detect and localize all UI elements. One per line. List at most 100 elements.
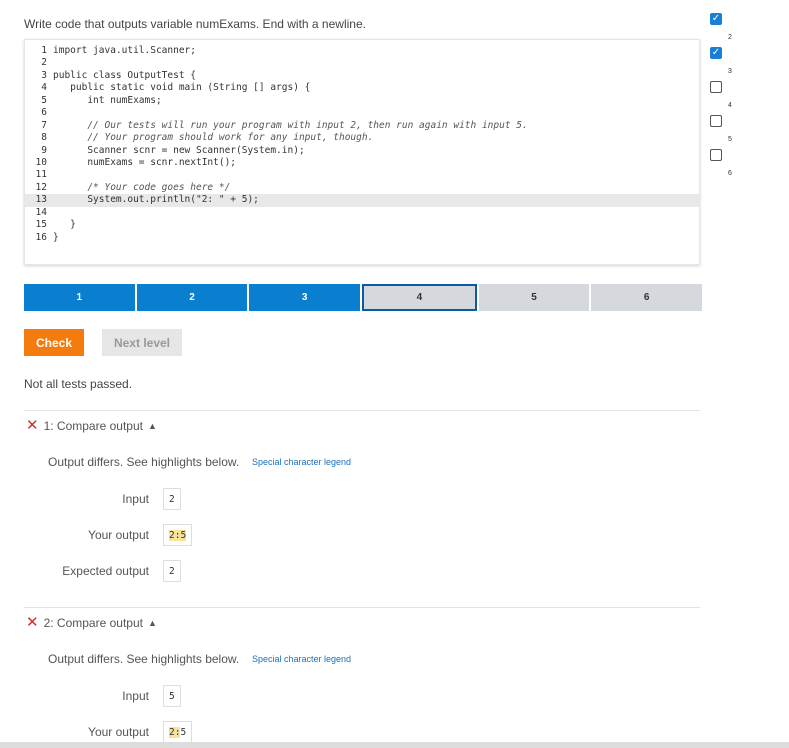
fail-x-icon: ✕ [26,417,39,434]
code-line[interactable]: 14 [25,207,699,219]
code-line[interactable]: 16} [25,232,699,244]
test-1-legend-link[interactable]: Special character legend [252,457,351,467]
fail-x-icon: ✕ [26,614,39,631]
code-line[interactable]: 13 System.out.println("2: " + 5); [25,194,699,207]
code-editor[interactable]: 1 import java.util.Scanner; 2 3 public class… [24,39,700,265]
horizontal-scrollbar[interactable] [0,742,789,748]
line-number: 7 [41,119,47,131]
level-unchecked-box[interactable] [710,149,722,161]
level-unchecked-box[interactable] [710,115,722,127]
line-number: 3 [41,69,47,81]
code-text: Scanner scnr = new Scanner(System.in); [53,144,305,156]
level-number: 5 [728,136,732,143]
test-2-header[interactable]: ✕ 2: Compare output ▲ [26,614,157,631]
test-1-input-label: Input [122,492,149,506]
code-text: import java.util.Scanner; [53,45,196,56]
level-segment-3[interactable]: 3 [249,284,361,311]
checkmark-icon: ✓ [711,47,721,58]
checkmark-icon: ✓ [711,13,721,24]
level-segment-5[interactable]: 5 [478,284,590,311]
line-number: 11 [35,169,47,181]
level-unchecked-box[interactable] [710,81,722,93]
test-2-input-value: 5 [169,690,175,702]
line-number: 6 [41,107,47,119]
line-number: 12 [35,181,47,193]
divider [24,607,700,608]
test-1-input-value: 2 [169,493,175,505]
code-text: // Our tests will run your program with … [53,119,528,131]
divider [24,410,700,411]
code-line[interactable]: 10 numExams = scnr.nextInt(); [25,157,699,169]
code-line[interactable]: 5 int numExams; [25,95,699,107]
check-button[interactable]: Check [24,329,84,356]
level-segment-1[interactable]: 1 [24,284,135,311]
level-number: 3 [728,68,732,75]
test-1-expected-value: 2 [169,565,175,577]
code-text: } [53,231,59,243]
level-number: 6 [728,170,732,177]
line-number: 1 [41,45,47,56]
line-number: 4 [41,82,47,94]
test-2-your-output-rest: 5 [180,726,187,738]
level-segment-2[interactable]: 2 [136,284,248,311]
test-1-input-box: 2 [163,488,181,510]
code-text: /* Your code goes here */ [53,181,231,193]
code-text: System.out.println("2: " + 5); [53,194,259,206]
test-2-input-box: 5 [163,685,181,707]
chevron-up-icon: ▲ [147,618,157,628]
code-line[interactable]: 8 // Your program should work for any in… [25,132,699,144]
test-1-differs: Output differs. See highlights below. [48,455,240,469]
diff-highlight-rest: 5 [180,529,187,541]
level-number: 4 [728,102,732,109]
level-checked-icon[interactable]: ✓ [710,47,722,59]
code-text: int numExams; [53,94,162,106]
code-line[interactable]: 9 Scanner scnr = new Scanner(System.in); [25,145,699,157]
test-1-expected-label: Expected output [62,564,149,578]
test-2-title: 2: Compare output [43,616,143,630]
level-number: 2 [728,34,732,41]
chevron-up-icon: ▲ [147,421,157,431]
instructions: Write code that outputs variable numExam… [24,17,366,31]
line-number: 16 [35,231,47,243]
level-checked-icon[interactable]: ✓ [710,13,722,25]
line-number: 14 [35,206,47,218]
line-number: 15 [35,219,47,231]
level-segment-4[interactable]: 4 [362,284,477,311]
test-1-header[interactable]: ✕ 1: Compare output ▲ [26,417,157,434]
diff-highlight: 2: [169,726,181,738]
code-line[interactable]: 7 // Our tests will run your program wit… [25,120,699,132]
code-text: numExams = scnr.nextInt(); [53,156,237,168]
code-line[interactable]: 15 } [25,219,699,231]
test-2-legend-link[interactable]: Special character legend [252,654,351,664]
level-segment-6[interactable]: 6 [591,284,703,311]
line-number: 10 [35,156,47,168]
code-text: } [53,219,76,231]
level-progress-bar: 123456 [24,284,703,311]
diff-highlight: 2: [169,529,181,541]
test-status: Not all tests passed. [24,377,133,391]
line-number: 5 [41,94,47,106]
code-line[interactable]: 12 /* Your code goes here */ [25,182,699,194]
test-2-differs: Output differs. See highlights below. [48,652,240,666]
test-1-your-output-label: Your output [88,528,149,542]
code-line[interactable]: 3 public class OutputTest { [25,70,699,82]
code-line[interactable]: 1 import java.util.Scanner; [25,45,699,57]
code-text: // Your program should work for any inpu… [53,132,374,144]
next-level-button[interactable]: Next level [102,329,182,356]
test-1-title: 1: Compare output [43,419,143,433]
test-1-your-output-box: 2: 5 [163,524,193,546]
code-line[interactable]: 4 public static void main (String [] arg… [25,82,699,94]
line-number: 8 [41,132,47,144]
code-text: public static void main (String [] args)… [53,82,311,94]
code-line[interactable]: 11 [25,169,699,181]
line-number: 2 [41,57,47,69]
test-2-your-output-box: 2: 5 [163,721,193,743]
code-line[interactable]: 2 [25,57,699,69]
code-text: public class OutputTest { [53,69,196,81]
line-number: 13 [35,194,47,206]
line-number: 9 [41,144,47,156]
test-2-your-output-label: Your output [88,725,149,739]
test-2-input-label: Input [122,689,149,703]
code-line[interactable]: 6 [25,107,699,119]
code-lines: 1 import java.util.Scanner; 2 3 public class… [25,45,699,244]
